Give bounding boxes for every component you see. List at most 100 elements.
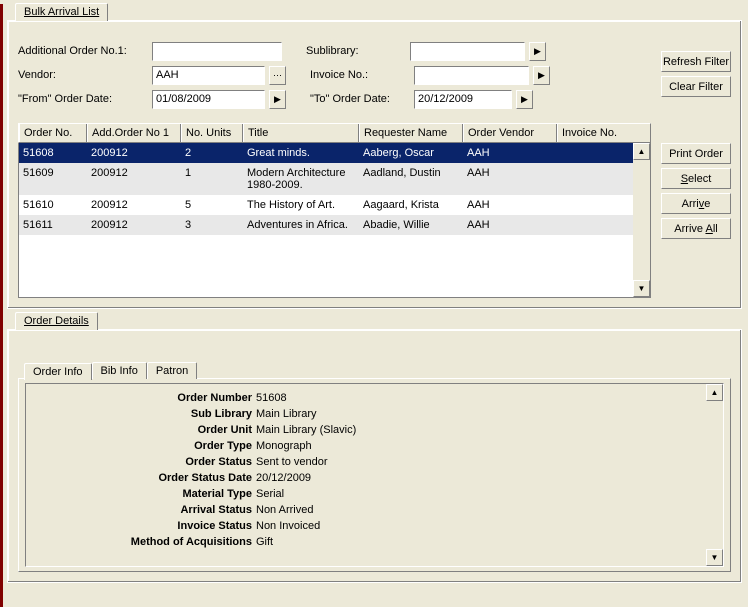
input-sublibrary[interactable] bbox=[410, 42, 525, 61]
label-vendor: Vendor: bbox=[18, 69, 148, 81]
arrow-right-icon[interactable]: ▶ bbox=[529, 42, 546, 61]
table-row[interactable]: 516102009125The History of Art.Aagaard, … bbox=[19, 195, 633, 215]
input-from-date[interactable] bbox=[152, 90, 265, 109]
scroll-down-icon[interactable]: ▼ bbox=[706, 549, 723, 566]
cell-order_no: 51608 bbox=[19, 143, 87, 163]
table-row[interactable]: 516112009123Adventures in Africa.Abadie,… bbox=[19, 215, 633, 235]
ellipsis-icon[interactable]: ⋯ bbox=[269, 66, 286, 85]
cell-order_no: 51609 bbox=[19, 163, 87, 195]
scroll-down-icon[interactable]: ▼ bbox=[633, 280, 650, 297]
table-row[interactable]: 516092009121Modern Architecture 1980-200… bbox=[19, 163, 633, 195]
col-invoice[interactable]: Invoice No. bbox=[557, 124, 650, 142]
tab-order-info[interactable]: Order Info bbox=[24, 363, 92, 380]
input-vendor[interactable] bbox=[152, 66, 265, 85]
cell-units: 3 bbox=[181, 215, 243, 235]
arrow-right-icon[interactable]: ▶ bbox=[533, 66, 550, 85]
detail-row: Order Status Date20/12/2009 bbox=[26, 470, 706, 486]
order-details-panel: Order Details Order Info Bib Info Patron… bbox=[7, 313, 742, 583]
cell-vendor: AAH bbox=[463, 215, 557, 235]
cell-title: Great minds. bbox=[243, 143, 359, 163]
detail-value: 51608 bbox=[256, 392, 287, 404]
cell-units: 2 bbox=[181, 143, 243, 163]
detail-key: Order Number bbox=[26, 392, 256, 404]
detail-row: Method of AcquisitionsGift bbox=[26, 534, 706, 550]
detail-value: Serial bbox=[256, 488, 284, 500]
detail-row: Order StatusSent to vendor bbox=[26, 454, 706, 470]
detail-row: Sub LibraryMain Library bbox=[26, 406, 706, 422]
detail-value: Sent to vendor bbox=[256, 456, 328, 468]
col-title[interactable]: Title bbox=[243, 124, 359, 142]
scroll-up-icon[interactable]: ▲ bbox=[633, 143, 650, 160]
cell-units: 1 bbox=[181, 163, 243, 195]
input-to-date[interactable] bbox=[414, 90, 512, 109]
cell-requester: Aaberg, Oscar bbox=[359, 143, 463, 163]
detail-key: Order Status bbox=[26, 456, 256, 468]
tab-bulk-arrival[interactable]: Bulk Arrival List bbox=[15, 3, 108, 21]
arrive-all-button[interactable]: Arrive All bbox=[661, 218, 731, 239]
tab-bib-info[interactable]: Bib Info bbox=[92, 362, 147, 379]
details-scrollbar[interactable]: ▲ ▼ bbox=[706, 384, 723, 566]
detail-key: Method of Acquisitions bbox=[26, 536, 256, 548]
cell-order_no: 51610 bbox=[19, 195, 87, 215]
table-row[interactable]: 516082009122Great minds.Aaberg, OscarAAH bbox=[19, 143, 633, 163]
detail-value: Non Invoiced bbox=[256, 520, 320, 532]
col-requester[interactable]: Requester Name bbox=[359, 124, 463, 142]
detail-value: Main Library (Slavic) bbox=[256, 424, 356, 436]
label-to-date: "To" Order Date: bbox=[310, 93, 410, 105]
detail-row: Material TypeSerial bbox=[26, 486, 706, 502]
detail-key: Arrival Status bbox=[26, 504, 256, 516]
detail-key: Invoice Status bbox=[26, 520, 256, 532]
detail-row: Order UnitMain Library (Slavic) bbox=[26, 422, 706, 438]
col-order-no[interactable]: Order No. bbox=[19, 124, 87, 142]
cell-vendor: AAH bbox=[463, 143, 557, 163]
cell-invoice bbox=[557, 215, 633, 235]
grid-scrollbar[interactable]: ▲ ▼ bbox=[633, 143, 650, 297]
label-invoice: Invoice No.: bbox=[310, 69, 410, 81]
detail-value: Monograph bbox=[256, 440, 312, 452]
input-add-order[interactable] bbox=[152, 42, 282, 61]
label-sublibrary: Sublibrary: bbox=[306, 45, 406, 57]
detail-key: Material Type bbox=[26, 488, 256, 500]
cell-requester: Aagaard, Krista bbox=[359, 195, 463, 215]
detail-value: Main Library bbox=[256, 408, 317, 420]
label-add-order: Additional Order No.1: bbox=[18, 45, 148, 57]
col-units[interactable]: No. Units bbox=[181, 124, 243, 142]
detail-value: Gift bbox=[256, 536, 273, 548]
detail-row: Invoice StatusNon Invoiced bbox=[26, 518, 706, 534]
cell-add_order: 200912 bbox=[87, 163, 181, 195]
cell-add_order: 200912 bbox=[87, 215, 181, 235]
tab-order-details[interactable]: Order Details bbox=[15, 312, 98, 330]
cell-add_order: 200912 bbox=[87, 143, 181, 163]
cell-title: Adventures in Africa. bbox=[243, 215, 359, 235]
cell-add_order: 200912 bbox=[87, 195, 181, 215]
select-button[interactable]: Select bbox=[661, 168, 731, 189]
cell-vendor: AAH bbox=[463, 195, 557, 215]
tab-patron[interactable]: Patron bbox=[147, 362, 197, 379]
detail-key: Order Type bbox=[26, 440, 256, 452]
detail-key: Sub Library bbox=[26, 408, 256, 420]
clear-filter-button[interactable]: Clear Filter bbox=[661, 76, 731, 97]
scroll-up-icon[interactable]: ▲ bbox=[706, 384, 723, 401]
detail-row: Arrival StatusNon Arrived bbox=[26, 502, 706, 518]
refresh-filter-button[interactable]: Refresh Filter bbox=[661, 51, 731, 72]
cell-requester: Aadland, Dustin bbox=[359, 163, 463, 195]
col-vendor[interactable]: Order Vendor bbox=[463, 124, 557, 142]
bulk-arrival-panel: Bulk Arrival List Additional Order No.1:… bbox=[7, 4, 742, 309]
detail-row: Order TypeMonograph bbox=[26, 438, 706, 454]
cell-invoice bbox=[557, 163, 633, 195]
col-add-order[interactable]: Add.Order No 1 bbox=[87, 124, 181, 142]
detail-key: Order Status Date bbox=[26, 472, 256, 484]
arrive-button[interactable]: Arrive bbox=[661, 193, 731, 214]
detail-key: Order Unit bbox=[26, 424, 256, 436]
label-from-date: "From" Order Date: bbox=[18, 93, 148, 105]
arrow-right-icon[interactable]: ▶ bbox=[516, 90, 533, 109]
print-order-button[interactable]: Print Order bbox=[661, 143, 731, 164]
cell-invoice bbox=[557, 143, 633, 163]
detail-value: Non Arrived bbox=[256, 504, 313, 516]
cell-order_no: 51611 bbox=[19, 215, 87, 235]
orders-grid: Order No. Add.Order No 1 No. Units Title… bbox=[18, 123, 651, 298]
cell-vendor: AAH bbox=[463, 163, 557, 195]
detail-value: 20/12/2009 bbox=[256, 472, 311, 484]
input-invoice[interactable] bbox=[414, 66, 529, 85]
arrow-right-icon[interactable]: ▶ bbox=[269, 90, 286, 109]
